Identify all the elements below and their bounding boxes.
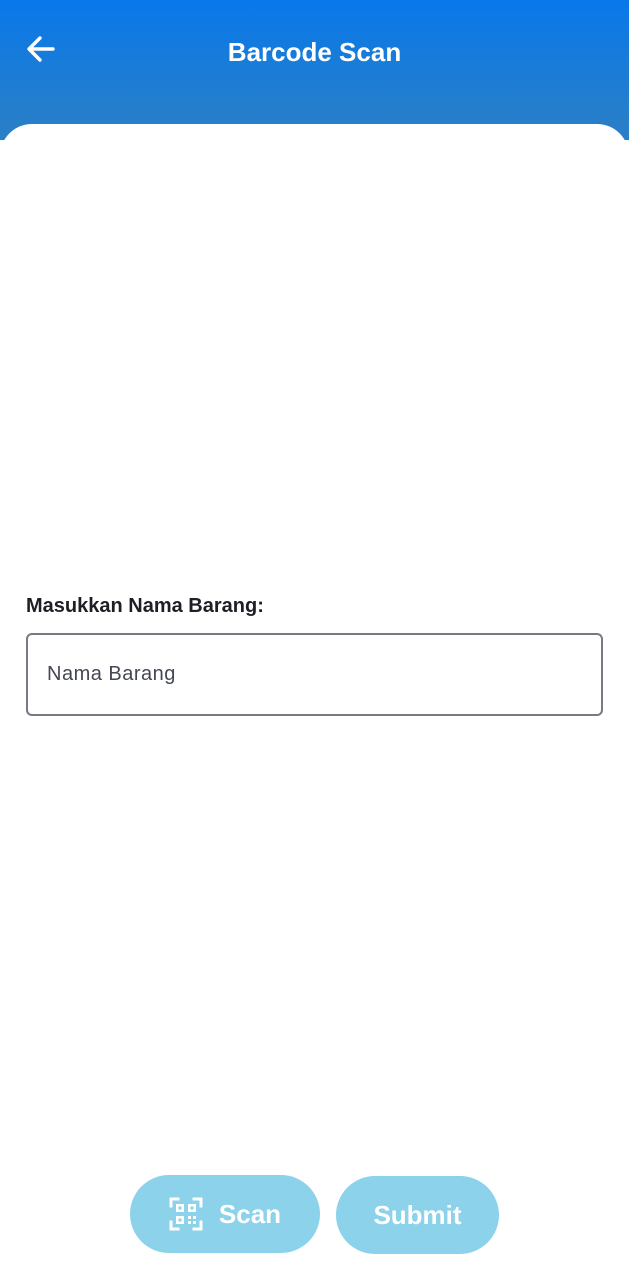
scan-button-label: Scan xyxy=(218,1198,282,1229)
qr-code-scan-icon xyxy=(169,1197,203,1231)
item-name-field[interactable] xyxy=(26,633,603,716)
item-name-input[interactable] xyxy=(28,635,601,714)
submit-button[interactable]: Submit xyxy=(336,1176,499,1254)
main-content: Masukkan Nama Barang: xyxy=(0,124,629,1280)
scan-button[interactable]: Scan xyxy=(130,1175,320,1253)
page-title: Barcode Scan xyxy=(227,37,402,67)
item-name-label: Masukkan Nama Barang: xyxy=(26,595,264,617)
barcode-scan-screen: Barcode Scan Masukkan Nama Barang: Nama … xyxy=(0,0,629,1280)
submit-button-label: Submit xyxy=(373,1199,462,1230)
app-header: Barcode Scan xyxy=(0,0,629,125)
